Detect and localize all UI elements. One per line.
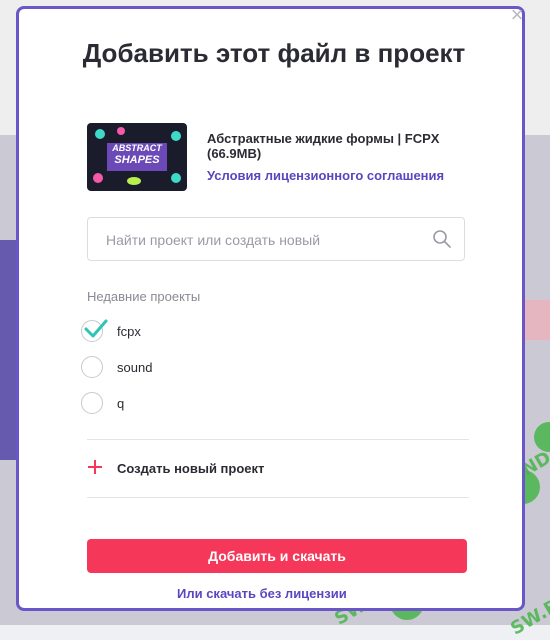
project-option-sound[interactable]: sound [81,356,281,382]
checkmark-icon [84,319,108,338]
plus-icon[interactable] [87,459,103,475]
add-and-download-button[interactable]: Добавить и скачать [87,539,467,573]
thumbnail-title-line1: ABSTRACT [112,143,162,153]
search-icon[interactable] [432,229,452,249]
project-checkbox[interactable] [81,356,103,378]
recent-projects-label: Недавние проекты [87,289,201,304]
project-label: sound [117,360,153,375]
modal-title: Добавить этот файл в проект [82,38,466,68]
thumbnail-title-line2: SHAPES [114,154,160,166]
project-label: q [117,396,125,411]
create-new-project-button[interactable]: Создать новый проект [117,461,264,476]
project-option-fcpx[interactable]: fcpx [81,319,281,346]
file-name: Абстрактные жидкие формы | FCPX (66.9MB) [207,131,440,161]
license-terms-link[interactable]: Условия лицензионного соглашения [207,168,444,183]
file-thumbnail: ABSTRACT SHAPES [87,123,187,191]
search-placeholder: Найти проект или создать новый [106,232,321,248]
project-label: fcpx [117,324,141,339]
divider [87,439,469,440]
close-icon[interactable]: × [507,4,527,26]
add-to-project-modal: × Добавить этот файл в проект ABSTRACT S… [16,4,527,611]
divider [87,497,469,498]
project-option-q[interactable]: q [81,392,281,418]
download-without-license-link[interactable]: Или скачать без лицензии [177,586,347,601]
project-search-input[interactable]: Найти проект или создать новый [87,217,465,261]
project-checkbox[interactable] [81,392,103,414]
